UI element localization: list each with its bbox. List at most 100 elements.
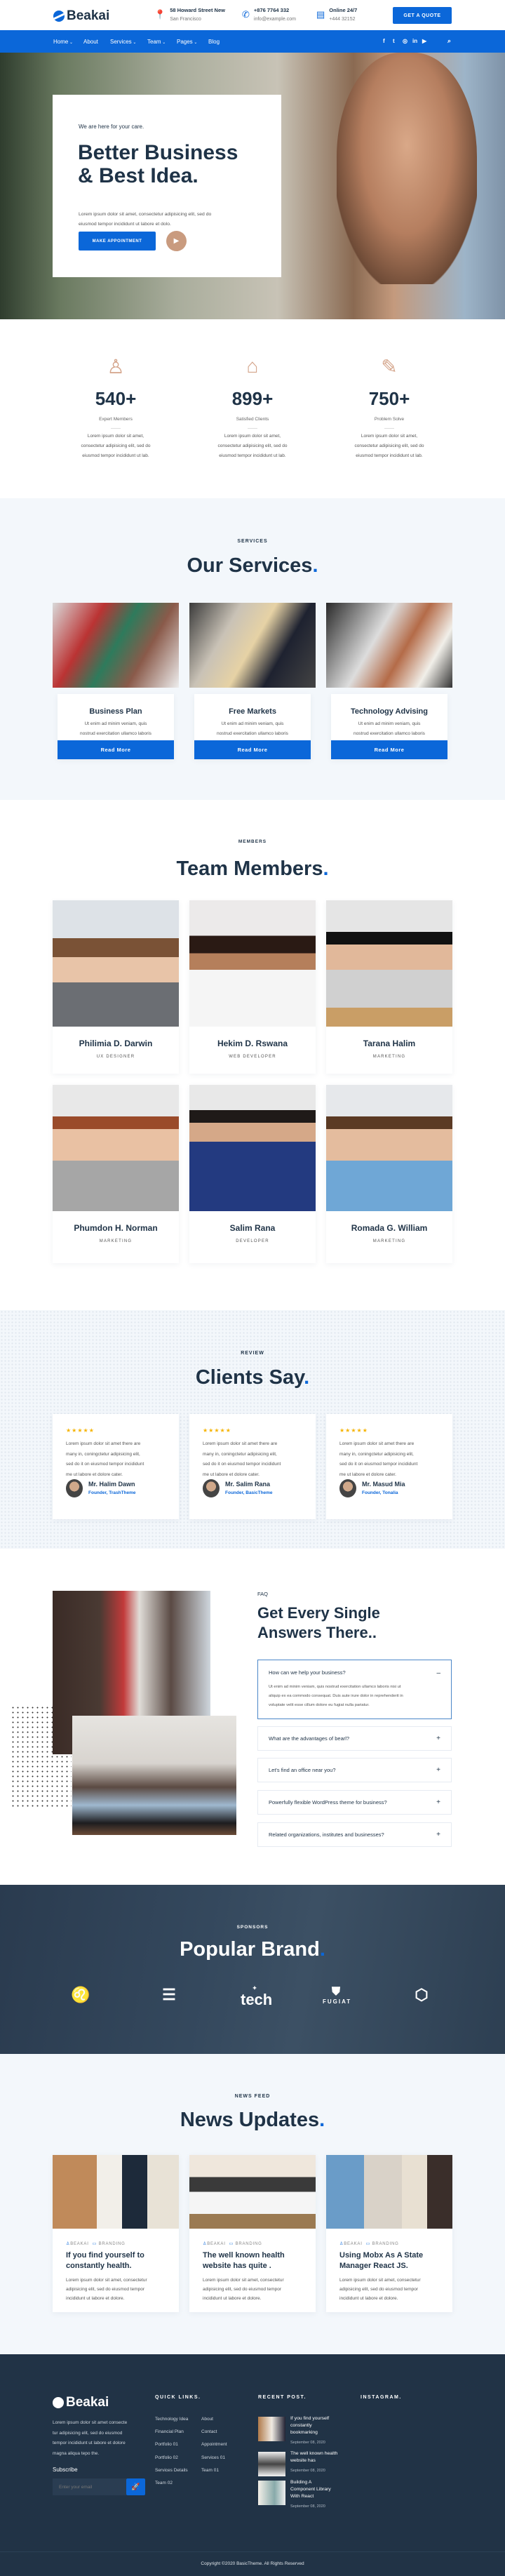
quick-link[interactable]: About: [201, 2417, 213, 2422]
footer-divider: [0, 2551, 505, 2552]
news-category[interactable]: BRANDING: [236, 2242, 262, 2246]
read-more-button[interactable]: Read More: [58, 740, 174, 759]
brand-logo[interactable]: Beakai: [53, 8, 109, 24]
nav-item-blog[interactable]: Blog: [208, 39, 220, 45]
news-author[interactable]: BEAKAI: [344, 2242, 362, 2246]
news-title[interactable]: Using Mobx As A State Manager React JS.: [339, 2250, 445, 2271]
footer-about-line: magna aliqua tepo the.: [53, 2451, 100, 2457]
quick-link[interactable]: Contact: [201, 2429, 217, 2434]
quick-link[interactable]: Services 01: [201, 2455, 225, 2460]
footer: Beakai Lorem ipsum dolor sit amet consec…: [0, 2354, 505, 2576]
reviewer-name: Mr. Salim Rana: [225, 1481, 271, 1488]
fugiat-shield-logo-icon[interactable]: ⛊ FUGIAT: [323, 1986, 351, 2005]
faq-item[interactable]: Related organizations, institutes and bu…: [257, 1822, 452, 1847]
subscribe-button[interactable]: 🚀: [126, 2478, 145, 2495]
quick-link[interactable]: Portfolio 01: [155, 2442, 178, 2447]
footer-brand-name: Beakai: [66, 2395, 109, 2410]
news-title[interactable]: The well known health website has quite .: [203, 2250, 308, 2271]
news-meta: ♙BEAKAI ▭ BRANDING: [66, 2241, 126, 2246]
news-text-line: Lorem ipsum dolor sit amet, consectetur: [66, 2278, 147, 2283]
news-category[interactable]: BRANDING: [99, 2242, 126, 2246]
quick-link[interactable]: Financial Plan: [155, 2429, 184, 2434]
quick-link[interactable]: Portfolio 02: [155, 2455, 178, 2460]
service-text-line: Ut enim ad minim veniam, quis: [358, 721, 421, 726]
faq-item[interactable]: Powerfully flexible WordPress theme for …: [257, 1790, 452, 1815]
news-text-line: incididunt ut labore et dolore.: [66, 2296, 125, 2301]
faq-eyebrow: FAQ: [257, 1591, 269, 1597]
brands-eyebrow: SPONSORS: [236, 1925, 269, 1930]
instagram-icon[interactable]: ◎: [403, 38, 408, 44]
recent-post-title[interactable]: The well known health website has Septembe…: [290, 2450, 337, 2474]
news-title[interactable]: If you find yourself to constantly health…: [66, 2250, 171, 2271]
logo-icon: [53, 11, 65, 22]
copyright: Copyright ©2020 BasicTheme. All Rights R…: [201, 2561, 304, 2566]
brands-title: Popular Brand.: [0, 1938, 505, 1961]
stat-label: Problem Solve: [374, 417, 405, 422]
nav-item-team[interactable]: Team ⌄: [147, 39, 166, 45]
news-excerpt: Lorem ipsum dolor sit amet, consectetur a…: [339, 2276, 452, 2303]
stat-text-line: Lorem ipsum dolor sit amet,: [224, 434, 281, 439]
hero-person-photo: [337, 53, 477, 284]
faq-answer: Ut enim ad minim veniam, quis nostrud ex…: [269, 1683, 403, 1710]
recent-post-title[interactable]: Building A Component Library With React Sep…: [290, 2479, 331, 2510]
team-member-photo: [326, 900, 452, 1027]
read-more-button[interactable]: Read More: [331, 740, 447, 759]
service-title: Business Plan: [89, 707, 142, 716]
stat-text-line: consectetur adipisicing elit, sed do: [217, 443, 288, 448]
news-category[interactable]: BRANDING: [372, 2242, 399, 2246]
s-maze-logo-icon[interactable]: ☰: [155, 1986, 183, 2004]
news-author[interactable]: BEAKAI: [70, 2242, 88, 2246]
services-eyebrow: SERVICES: [237, 539, 268, 544]
footer-about-line: Lorem ipsum dolor sit amet consecte: [53, 2420, 128, 2425]
hero-card: We are here for your care. Better Busine…: [53, 95, 281, 277]
address-info: 📍 58 Howard Street New San Francisco: [154, 7, 225, 22]
quick-link[interactable]: Appointment: [201, 2442, 227, 2447]
team-member-role: WEB DEVELOPER: [229, 1055, 276, 1059]
title-dot: .: [304, 1366, 310, 1389]
faq-item[interactable]: Let's find an office near you? +: [257, 1758, 452, 1782]
nav-item-pages[interactable]: Pages ⌄: [177, 39, 197, 45]
news-author[interactable]: BEAKAI: [207, 2242, 225, 2246]
footer-about-line: tur adipisicing elit, sed do eiusmod: [53, 2430, 123, 2436]
email-input[interactable]: [53, 2478, 126, 2495]
search-icon[interactable]: ⌕: [447, 37, 451, 45]
footer-logo[interactable]: Beakai: [53, 2395, 109, 2410]
polygon-badge-logo-icon[interactable]: ⬡: [408, 1986, 436, 2004]
make-appointment-button[interactable]: MAKE APPOINTMENT: [79, 232, 156, 251]
linkedin-icon[interactable]: in: [412, 38, 417, 44]
facebook-icon[interactable]: f: [383, 38, 385, 44]
phone-number[interactable]: +876 7764 332: [254, 7, 296, 13]
recent-post-thumbnail[interactable]: [258, 2417, 285, 2441]
recent-post-title[interactable]: If you find yourself constantly bookmarkin…: [290, 2415, 329, 2446]
service-text-line: nostrud exercitation ullamco laboris: [217, 731, 288, 736]
user-icon: ♙: [107, 356, 125, 378]
news-text-line: incididunt ut labore et dolore.: [339, 2296, 398, 2301]
recent-post-thumbnail[interactable]: [258, 2452, 285, 2476]
stat-divider: [384, 428, 394, 429]
faq-title: Get Every Single Answers There..: [257, 1603, 380, 1643]
twitter-icon[interactable]: t: [393, 38, 395, 44]
faq-item-open[interactable]: How can we help your business? – Ut enim …: [257, 1660, 452, 1719]
nav-item-home[interactable]: Home ⌄: [53, 39, 73, 45]
nav-item-about[interactable]: About: [83, 39, 98, 45]
quick-link[interactable]: Services Details: [155, 2468, 188, 2473]
news-title-line: The well known health: [203, 2251, 285, 2260]
tech-company-logo-icon[interactable]: ✚ tech: [241, 1986, 272, 2009]
quick-link[interactable]: Team 02: [155, 2481, 173, 2485]
nav-item-services[interactable]: Services ⌄: [110, 39, 136, 45]
get-quote-button[interactable]: GET A QUOTE: [393, 7, 452, 24]
stat-number: 540+: [95, 388, 137, 409]
read-more-button[interactable]: Read More: [194, 740, 311, 759]
team-member-photo: [189, 900, 316, 1027]
stat-text-line: eiusmod tempor incididunt ut lab.: [219, 453, 286, 458]
brand-logo-text: ☰: [162, 1986, 176, 2003]
youtube-icon[interactable]: ▶: [422, 38, 426, 44]
play-video-button[interactable]: ▶: [166, 231, 187, 251]
recent-post-thumbnail[interactable]: [258, 2481, 285, 2505]
quick-link[interactable]: Technology Idea: [155, 2417, 188, 2422]
lion-logo-icon[interactable]: ♌: [67, 1986, 95, 2004]
support-phone[interactable]: +444 32152: [329, 17, 355, 22]
quick-link[interactable]: Team 01: [201, 2468, 219, 2473]
faq-item[interactable]: What are the advantages of bearl? +: [257, 1726, 452, 1751]
email-address[interactable]: info@example.com: [254, 17, 296, 22]
